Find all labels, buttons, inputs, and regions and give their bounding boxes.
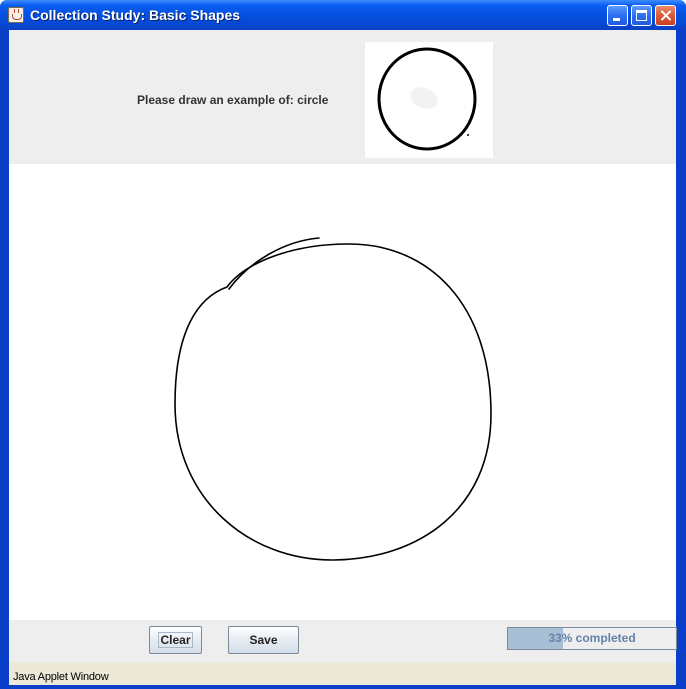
progress-text: 33% completed bbox=[548, 631, 636, 645]
drawing-canvas[interactable] bbox=[9, 164, 676, 620]
java-cup-icon[interactable] bbox=[8, 7, 24, 23]
maximize-icon[interactable] bbox=[631, 5, 652, 26]
clear-button[interactable]: Clear bbox=[149, 626, 202, 654]
prompt-label: Please draw an example of: circle bbox=[137, 93, 329, 107]
clear-button-label: Clear bbox=[158, 632, 193, 648]
example-circle-drawing bbox=[377, 47, 477, 151]
progress-bar: 33% completed bbox=[507, 627, 677, 650]
button-bar: Clear Save 33% completed bbox=[9, 620, 677, 662]
save-button[interactable]: Save bbox=[228, 626, 299, 654]
example-shape-image bbox=[365, 42, 493, 158]
status-text: Java Applet Window bbox=[13, 671, 109, 683]
window-title: Collection Study: Basic Shapes bbox=[30, 7, 241, 23]
title-bar[interactable]: Collection Study: Basic Shapes bbox=[0, 0, 686, 30]
prompt-panel: Please draw an example of: circle bbox=[9, 30, 676, 164]
status-bar: Java Applet Window bbox=[9, 662, 676, 685]
close-icon[interactable] bbox=[655, 5, 676, 26]
applet-window: Collection Study: Basic Shapes Please dr… bbox=[0, 0, 686, 689]
user-stroke bbox=[174, 237, 492, 561]
minimize-icon[interactable] bbox=[607, 5, 628, 26]
client-area: Please draw an example of: circle Clear … bbox=[9, 30, 677, 685]
